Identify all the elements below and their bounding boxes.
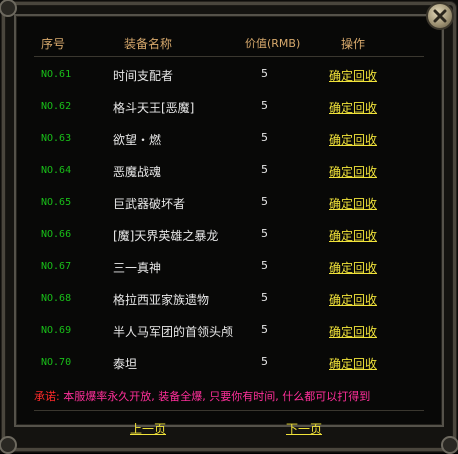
table-row: NO.67 三一真神 5 确定回收 [0,250,458,282]
item-index: NO.66 [41,229,72,240]
table-row: NO.61 时间支配者 5 确定回收 [0,58,458,90]
item-name: 泰坦 [113,357,138,371]
item-index: NO.67 [41,261,72,272]
footer-divider [34,410,424,411]
item-index: NO.62 [41,101,72,112]
item-name: 巨武器破坏者 [113,197,186,211]
item-value: 5 [261,355,268,368]
item-value: 5 [261,67,268,80]
table-header: 序号 装备名称 价值(RMB) 操作 [0,33,458,53]
item-value: 5 [261,291,268,304]
recycle-panel: 序号 装备名称 价值(RMB) 操作 NO.61 时间支配者 5 确定回收 NO… [0,0,458,454]
close-button[interactable] [426,2,454,30]
item-name: 时间支配者 [113,69,174,83]
item-name: 欲望・燃 [113,133,162,147]
item-index: NO.63 [41,133,72,144]
item-value: 5 [261,227,268,240]
confirm-recycle-link[interactable]: 确定回收 [329,259,377,276]
item-value: 5 [261,323,268,336]
item-index: NO.69 [41,325,72,336]
header-divider [34,56,424,57]
close-x-icon [433,9,447,23]
table-row: NO.62 格斗天王[恶魔] 5 确定回收 [0,90,458,122]
item-value: 5 [261,131,268,144]
item-value: 5 [261,259,268,272]
item-name: 格斗天王[恶魔] [113,101,195,115]
frame-corner-ornament [0,436,17,454]
confirm-recycle-link[interactable]: 确定回收 [329,291,377,308]
column-header-action: 操作 [341,37,366,51]
table-row: NO.63 欲望・燃 5 确定回收 [0,122,458,154]
table-row: NO.65 巨武器破坏者 5 确定回收 [0,186,458,218]
notice-text: 本服爆率永久开放, 装备全爆, 只要你有时间, 什么都可以打得到 [63,390,371,403]
confirm-recycle-link[interactable]: 确定回收 [329,67,377,84]
item-value: 5 [261,195,268,208]
frame-corner-ornament [441,436,458,454]
column-header-name: 装备名称 [124,37,173,51]
table-row: NO.69 半人马军团的首领头颅 5 确定回收 [0,314,458,346]
column-header-index: 序号 [41,37,66,51]
table-row: NO.68 格拉西亚家族遗物 5 确定回收 [0,282,458,314]
table-row: NO.70 泰坦 5 确定回收 [0,346,458,378]
table-row: NO.66 [魔]天界英雄之暴龙 5 确定回收 [0,218,458,250]
item-value: 5 [261,99,268,112]
promise-notice: 承诺: 本服爆率永久开放, 装备全爆, 只要你有时间, 什么都可以打得到 [34,388,428,404]
item-value: 5 [261,163,268,176]
item-name: 三一真神 [113,261,162,275]
confirm-recycle-link[interactable]: 确定回收 [329,355,377,372]
notice-label: 承诺: [34,390,60,403]
confirm-recycle-link[interactable]: 确定回收 [329,131,377,148]
item-index: NO.70 [41,357,72,368]
item-index: NO.64 [41,165,72,176]
confirm-recycle-link[interactable]: 确定回收 [329,99,377,116]
confirm-recycle-link[interactable]: 确定回收 [329,227,377,244]
confirm-recycle-link[interactable]: 确定回收 [329,323,377,340]
item-name: 恶魔战魂 [113,165,162,179]
item-name: [魔]天界英雄之暴龙 [113,229,219,243]
confirm-recycle-link[interactable]: 确定回收 [329,163,377,180]
item-index: NO.61 [41,69,72,80]
confirm-recycle-link[interactable]: 确定回收 [329,195,377,212]
item-name: 半人马军团的首领头颅 [113,325,234,339]
prev-page-link[interactable]: 上一页 [130,420,166,437]
table-row: NO.64 恶魔战魂 5 确定回收 [0,154,458,186]
next-page-link[interactable]: 下一页 [286,420,322,437]
column-header-value: 价值(RMB) [245,37,301,50]
item-index: NO.65 [41,197,72,208]
item-index: NO.68 [41,293,72,304]
item-list: NO.61 时间支配者 5 确定回收 NO.62 格斗天王[恶魔] 5 确定回收… [0,58,458,378]
item-name: 格拉西亚家族遗物 [113,293,210,307]
